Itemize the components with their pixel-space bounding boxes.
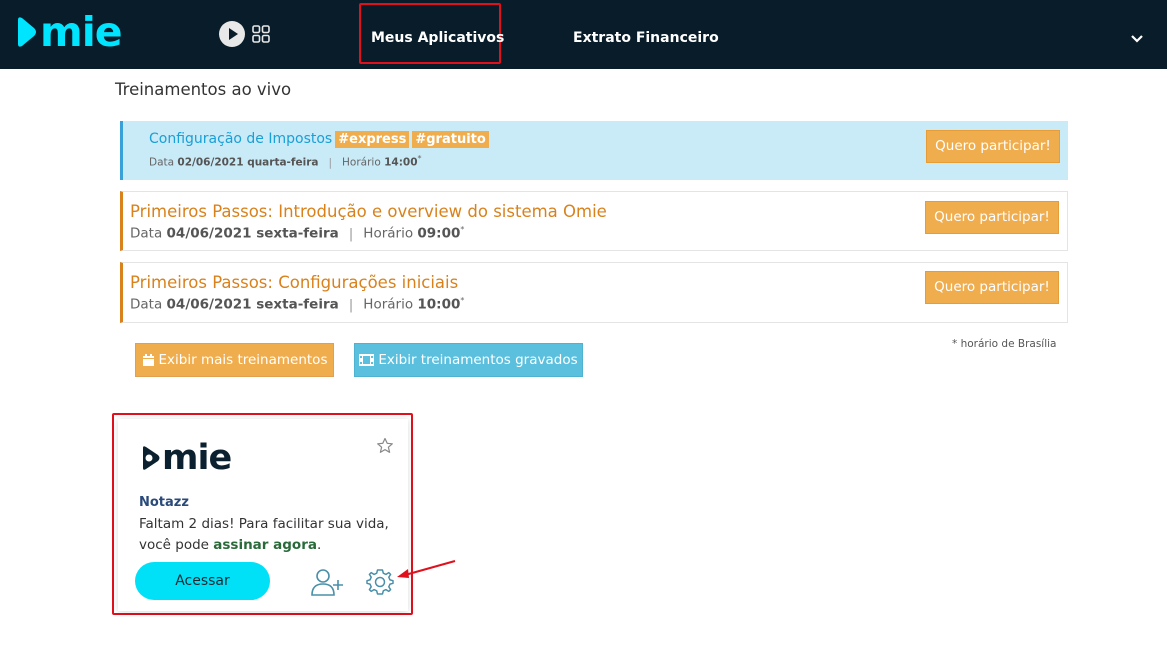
join-training-button[interactable]: Quero participar!: [926, 130, 1060, 163]
app-logo: mie: [140, 438, 232, 478]
nav-extrato-financeiro[interactable]: Extrato Financeiro: [573, 30, 719, 46]
app-logo-text: mie: [162, 438, 232, 478]
join-training-button[interactable]: Quero participar!: [925, 271, 1059, 304]
app-switcher[interactable]: [218, 20, 270, 48]
training-meta: Data 04/06/2021 sexta-feira | Horário 09:0…: [130, 225, 465, 242]
chevron-down-icon[interactable]: [1130, 34, 1144, 44]
gear-icon[interactable]: [365, 567, 395, 597]
logo-text: mie: [40, 8, 123, 56]
tag-badge: #gratuito: [412, 131, 489, 148]
grid-apps-icon: [252, 25, 270, 43]
show-recorded-trainings-button[interactable]: Exibir treinamentos gravados: [354, 343, 583, 377]
star-icon[interactable]: [376, 437, 394, 455]
access-button[interactable]: Acessar: [135, 562, 270, 600]
training-item: Configuração de Impostos #express #gratuit…: [120, 121, 1068, 180]
tag-badge: #express: [335, 131, 410, 148]
play-circle-icon: [219, 21, 245, 47]
join-training-button[interactable]: Quero participar!: [925, 201, 1059, 234]
training-title[interactable]: Primeiros Passos: Introdução e overview …: [130, 202, 607, 221]
omie-logo-icon: [18, 17, 36, 47]
training-title[interactable]: Primeiros Passos: Configurações iniciais: [130, 273, 458, 292]
app-card: mie Notazz Faltam 2 dias! Para facilitar…: [118, 419, 408, 611]
top-navigation-bar: mie Meus Aplicativos Extrato Financeiro: [0, 0, 1167, 69]
section-title: Treinamentos ao vivo: [115, 80, 292, 99]
add-user-icon[interactable]: [310, 567, 344, 597]
timezone-footnote: * horário de Brasília: [952, 338, 1057, 350]
omie-logo-icon: [143, 446, 160, 470]
omie-logo[interactable]: mie: [14, 8, 123, 56]
subscribe-link[interactable]: assinar agora: [213, 537, 317, 553]
training-meta: Data 04/06/2021 sexta-feira | Horário 10:0…: [130, 296, 465, 313]
annotation-arrow-icon: [397, 560, 456, 578]
film-icon: [359, 354, 375, 366]
app-name[interactable]: Notazz: [139, 495, 189, 510]
training-title[interactable]: Configuração de Impostos #express #gratuit…: [149, 131, 489, 148]
calendar-icon: [142, 353, 154, 366]
training-meta: Data 02/06/2021 quarta-feira | Horário 14:…: [149, 154, 422, 169]
show-more-trainings-button[interactable]: Exibir mais treinamentos: [135, 343, 334, 377]
trial-message: Faltam 2 dias! Para facilitar sua vida, …: [139, 516, 389, 553]
nav-meus-aplicativos[interactable]: Meus Aplicativos: [371, 30, 504, 46]
training-item: Primeiros Passos: Introdução e overview …: [120, 191, 1068, 251]
training-item: Primeiros Passos: Configurações iniciais…: [120, 262, 1068, 323]
